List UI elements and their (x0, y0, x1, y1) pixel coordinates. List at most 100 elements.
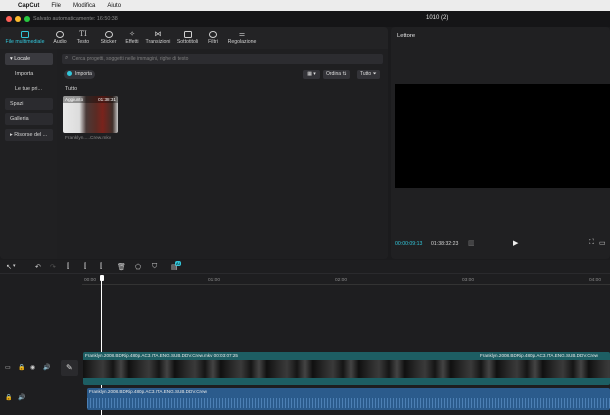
tab-adjust[interactable]: ⚌ Regolazione (224, 27, 260, 49)
undo-icon[interactable]: ↶ (35, 263, 41, 271)
lock-icon[interactable]: 🔒 (18, 364, 25, 371)
tab-subtitles[interactable]: Sottotitoli (173, 27, 202, 49)
marker-icon[interactable]: ⬠ (135, 263, 141, 271)
timeline-view-icon[interactable]: ▥ (468, 239, 475, 247)
adjust-icon: ⚌ (238, 31, 246, 38)
volume-icon[interactable]: 🔊 (43, 364, 50, 371)
tab-label: Audio (53, 39, 67, 45)
split-left-icon[interactable]: ⫿ (84, 263, 86, 271)
timeline-panel: ↖ ▾ ↶ ↷ ⫿ ⫿ ⫿ 🗑 ⬠ ⛉ ▤ AI 00:00 01:00 02:… (0, 260, 610, 415)
tab-audio[interactable]: Audio (50, 27, 70, 49)
tab-sticker[interactable]: Sticker (96, 27, 121, 49)
menu-bar: CapCut File Modifica Aiuto (0, 0, 610, 11)
asset-toolbar: File multimediale Audio TI Testo Sticker… (0, 27, 388, 49)
split-right-icon[interactable]: ⫿ (100, 263, 102, 271)
sticker-icon (104, 31, 113, 38)
filter-label: Tutto (360, 71, 372, 77)
select-tool-icon[interactable]: ↖ (6, 263, 12, 271)
video-preview[interactable] (395, 84, 610, 188)
tab-label: Sticker (100, 39, 117, 45)
eye-icon[interactable]: ◉ (30, 364, 35, 371)
filter-button[interactable]: Tutto ⏷ (357, 70, 380, 79)
sidebar-item-spaces[interactable]: Spazi (5, 98, 53, 110)
sort-icon: ⇅ (342, 71, 347, 77)
project-title: 1010 (2) (426, 15, 449, 21)
search-icon: ⌕ (65, 55, 69, 61)
tab-effects[interactable]: ✧ Effetti (121, 27, 143, 49)
clip-duration: 01:38:31 (98, 97, 116, 102)
media-sidebar: ▾ Locale Importa Le tue pri... Spazi Gal… (0, 49, 57, 259)
video-clip-label-2: Franklyn.2008.BDRip.480p.AC3.ITA.ENG.SUB… (480, 353, 598, 358)
import-button-label: Importa (75, 71, 92, 77)
sort-button[interactable]: Ordina ⇅ (323, 70, 350, 79)
tab-transitions[interactable]: ⋈ Transizioni (143, 27, 173, 49)
cover-icon[interactable]: ▭ (5, 364, 11, 371)
player-panel: Lettore 00:00:09:13 01:38:32:23 ▥ ▶ ⛶ ▭ (391, 27, 610, 259)
sidebar-item-your-presets[interactable]: Le tue pri... (5, 83, 53, 95)
video-clip[interactable]: Franklyn.2008.BDRip.480p.AC3.ITA.ENG.SUB… (83, 352, 610, 385)
search-bar[interactable]: ⌕ Cerca progetti, soggetti nelle immagin… (62, 54, 383, 64)
ruler-label: 03:00 (462, 278, 475, 283)
split-icon[interactable]: ⫿ (67, 263, 69, 271)
clip-filename: Franklyn.....Crew.mkv (65, 136, 112, 141)
aspect-ratio-icon[interactable]: ▭ (599, 239, 606, 247)
ruler-label: 00:00 (84, 278, 97, 283)
fullscreen-icon[interactable]: ⛶ (589, 239, 594, 247)
section-label: Tutto (65, 86, 78, 92)
media-panel: File multimediale Audio TI Testo Sticker… (0, 27, 388, 259)
window-title-bar: Salvato automaticamente: 16:50:38 1010 (… (0, 11, 610, 27)
grid-view-icon: ▦ ▾ (307, 71, 316, 77)
tab-media[interactable]: File multimediale (0, 27, 50, 49)
view-toggle-button[interactable]: ▦ ▾ (303, 70, 320, 79)
video-filmstrip (83, 360, 610, 378)
ruler-label: 04:00 (589, 278, 602, 283)
autosave-status: Salvato automaticamente: 16:50:38 (33, 16, 118, 22)
import-button[interactable]: Importa (64, 70, 95, 79)
volume-icon[interactable]: 🔊 (18, 394, 25, 401)
ruler-label: 01:00 (208, 278, 221, 283)
ruler-line (82, 284, 610, 285)
search-placeholder: Cerca progetti, soggetti nelle immagini,… (72, 56, 189, 62)
media-clip-thumbnail[interactable]: Aggiunto 01:38:31 (63, 96, 118, 133)
delete-icon[interactable]: 🗑 (117, 263, 126, 271)
menu-app-capcut[interactable]: CapCut (18, 3, 39, 9)
timeline-toolbar: ↖ ▾ ↶ ↷ ⫿ ⫿ ⫿ 🗑 ⬠ ⛉ ▤ AI (0, 260, 610, 274)
edit-cover-button[interactable]: ✎ (61, 360, 78, 376)
tab-label: Regolazione (227, 39, 257, 45)
added-badge: Aggiunto (65, 97, 84, 102)
menu-edit[interactable]: Modifica (73, 3, 95, 9)
tab-text[interactable]: TI Testo (70, 27, 96, 49)
pencil-icon: ✎ (66, 363, 73, 372)
audio-waveform (87, 398, 610, 408)
menu-file[interactable]: File (51, 3, 61, 9)
chevron-down-icon[interactable]: ▾ (13, 263, 16, 269)
maximize-window-button[interactable] (24, 16, 30, 22)
shield-icon[interactable]: ⛉ (152, 263, 157, 271)
sidebar-item-local[interactable]: ▾ Locale (5, 53, 53, 65)
tab-filters[interactable]: Filtri (202, 27, 224, 49)
menu-help[interactable]: Aiuto (107, 3, 121, 9)
transitions-icon: ⋈ (154, 31, 162, 38)
play-button[interactable]: ▶ (513, 239, 518, 247)
filters-icon (209, 31, 217, 38)
redo-icon[interactable]: ↷ (50, 263, 56, 271)
close-window-button[interactable] (6, 16, 12, 22)
plus-icon (67, 70, 72, 76)
sidebar-item-import[interactable]: Importa (5, 68, 53, 80)
subtitles-icon (183, 31, 192, 38)
tab-label: Testo (76, 39, 90, 45)
tab-label: Effetti (125, 39, 139, 45)
minimize-window-button[interactable] (15, 16, 21, 22)
lock-icon[interactable]: 🔒 (5, 394, 12, 401)
media-icon (21, 31, 29, 38)
audio-clip-label: Franklyn.2008.BDRip.480p.AC3.ITA.ENG.SUB… (89, 389, 207, 394)
tab-label: Transizioni (145, 39, 171, 45)
audio-clip[interactable]: Franklyn.2008.BDRip.480p.AC3.ITA.ENG.SUB… (87, 388, 610, 410)
sidebar-item-resources[interactable]: ▸ Risorse del ... (5, 129, 53, 141)
tab-label: Filtri (208, 39, 218, 45)
audio-icon (56, 31, 64, 38)
video-clip-label: Franklyn.2008.BDRip.480p.AC3.ITA.ENG.SUB… (85, 353, 238, 358)
sort-label: Ordina (326, 71, 342, 77)
player-title: Lettore (397, 33, 416, 39)
sidebar-item-gallery[interactable]: Galleria (5, 113, 53, 125)
